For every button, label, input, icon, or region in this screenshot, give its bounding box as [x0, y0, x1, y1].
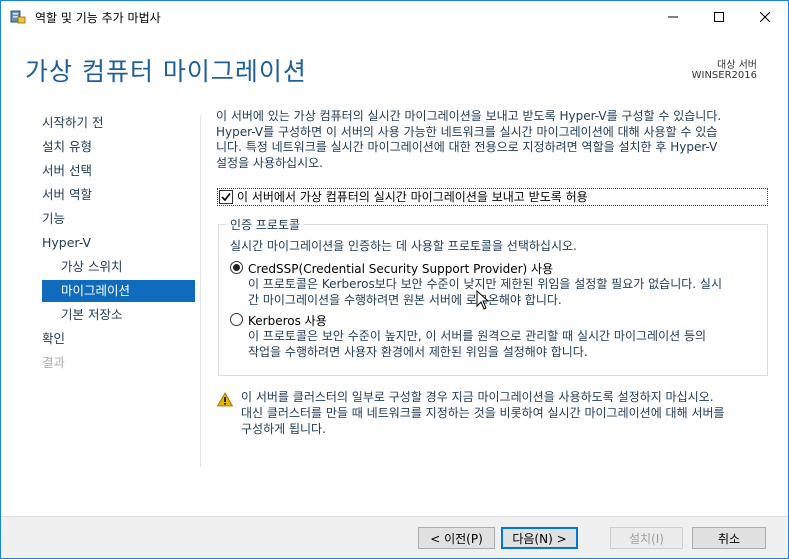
nav-item-virtual-switches[interactable]: 가상 스위치: [61, 256, 122, 278]
kerberos-desc-line: 이 프로토콜은 보안 수준이 높지만, 이 서버를 원격으로 관리할 때 실시간…: [248, 329, 707, 343]
warning-line: 대신 클러스터를 만들 때 네트워크를 지정하는 것을 비롯하여 실시간 마이그…: [241, 406, 725, 420]
previous-button[interactable]: < 이전(P): [418, 527, 495, 549]
server-manager-icon: [10, 9, 26, 24]
kerberos-desc-line: 작업을 수행하려면 사용자 환경에서 제한된 위임을 설정해야 합니다.: [248, 345, 588, 359]
nav-item-results: 결과: [42, 355, 66, 370]
window-title: 역할 및 기능 추가 마법사: [35, 11, 161, 25]
checkmark-icon: [221, 193, 231, 202]
destination-server-label: 대상 서버: [717, 60, 757, 71]
minimize-button[interactable]: [650, 1, 696, 32]
install-button: 설치(I): [610, 527, 683, 549]
kerberos-radio[interactable]: [230, 313, 243, 326]
maximize-icon: [714, 11, 724, 22]
maximize-button[interactable]: [696, 1, 742, 32]
mouse-cursor-icon: [476, 289, 490, 310]
warning-line: 구성하게 됩니다.: [241, 422, 326, 436]
intro-line: 이 서버에 있는 가상 컴퓨터의 실시간 마이그레이션을 보내고 받도록 Hyp…: [216, 109, 722, 123]
credssp-radio[interactable]: [230, 261, 243, 274]
nav-item-server-selection[interactable]: 서버 선택: [42, 160, 92, 182]
wizard-window: 역할 및 기능 추가 마법사 가상 컴퓨터 마이그레이션 대상 서버 WINSE…: [0, 0, 789, 559]
intro-line: 니다. 특정 네트워크를 실시간 마이그레이션에 대한 전용으로 지정하려면 역…: [216, 140, 718, 154]
next-button[interactable]: 다음(N) >: [501, 527, 578, 549]
kerberos-label[interactable]: Kerberos 사용: [248, 312, 327, 329]
nav-item-hyper-v[interactable]: Hyper-V: [42, 232, 91, 254]
allow-live-migration-label: 이 서버에서 가상 컴퓨터의 실시간 마이그레이션을 보내고 받도록 허용: [237, 190, 588, 204]
radio-selected-dot: [233, 264, 240, 271]
minimize-icon: [668, 16, 678, 17]
allow-live-migration-checkbox-row[interactable]: 이 서버에서 가상 컴퓨터의 실시간 마이그레이션을 보내고 받도록 허용: [217, 188, 768, 206]
intro-line: Hyper-V를 구성하면 이 서버의 사용 가능한 네트워크를 실시간 마이그…: [216, 124, 718, 139]
intro-line: 설정을 사용하십시오.: [216, 155, 323, 170]
credssp-label[interactable]: CredSSP(Credential Security Support Prov…: [248, 260, 553, 277]
close-button[interactable]: [742, 1, 788, 32]
auth-protocol-group-title: 인증 프로토콜: [226, 216, 305, 233]
nav-item-installation-type[interactable]: 설치 유형: [42, 136, 92, 158]
cancel-button[interactable]: 취소: [692, 527, 766, 549]
allow-live-migration-checkbox[interactable]: [219, 190, 233, 204]
nav-divider: [200, 115, 201, 467]
nav-item-migration[interactable]: 마이그레이션: [42, 280, 195, 302]
nav-item-before-you-begin[interactable]: 시작하기 전: [42, 112, 103, 134]
page-header: 가상 컴퓨터 마이그레이션 대상 서버 WINSER2016: [1, 32, 788, 100]
title-bar[interactable]: 역할 및 기능 추가 마법사: [1, 1, 788, 32]
nav-item-default-stores[interactable]: 기본 저장소: [61, 304, 122, 326]
nav-item-features[interactable]: 기능: [42, 208, 65, 230]
nav-item-server-roles[interactable]: 서버 역할: [42, 184, 92, 206]
cluster-warning-text: 이 서버를 클러스터의 일부로 구성할 경우 지금 마이그레이션을 사용하도록 …: [241, 389, 771, 437]
warning-line: 이 서버를 클러스터의 일부로 구성할 경우 지금 마이그레이션을 사용하도록 …: [241, 390, 714, 404]
kerberos-description: 이 프로토콜은 보안 수준이 높지만, 이 서버를 원격으로 관리할 때 실시간…: [248, 328, 706, 360]
auth-protocol-description: 실시간 마이그레이션을 인증하는 데 사용할 프로토콜을 선택하십시오.: [230, 239, 577, 253]
warning-icon: [216, 392, 234, 407]
nav-item-confirmation[interactable]: 확인: [42, 328, 65, 350]
destination-server-value: WINSER2016: [691, 70, 757, 81]
close-icon: [760, 11, 770, 22]
intro-text: 이 서버에 있는 가상 컴퓨터의 실시간 마이그레이션을 보내고 받도록 Hyp…: [216, 109, 772, 171]
page-title: 가상 컴퓨터 마이그레이션: [25, 57, 307, 86]
